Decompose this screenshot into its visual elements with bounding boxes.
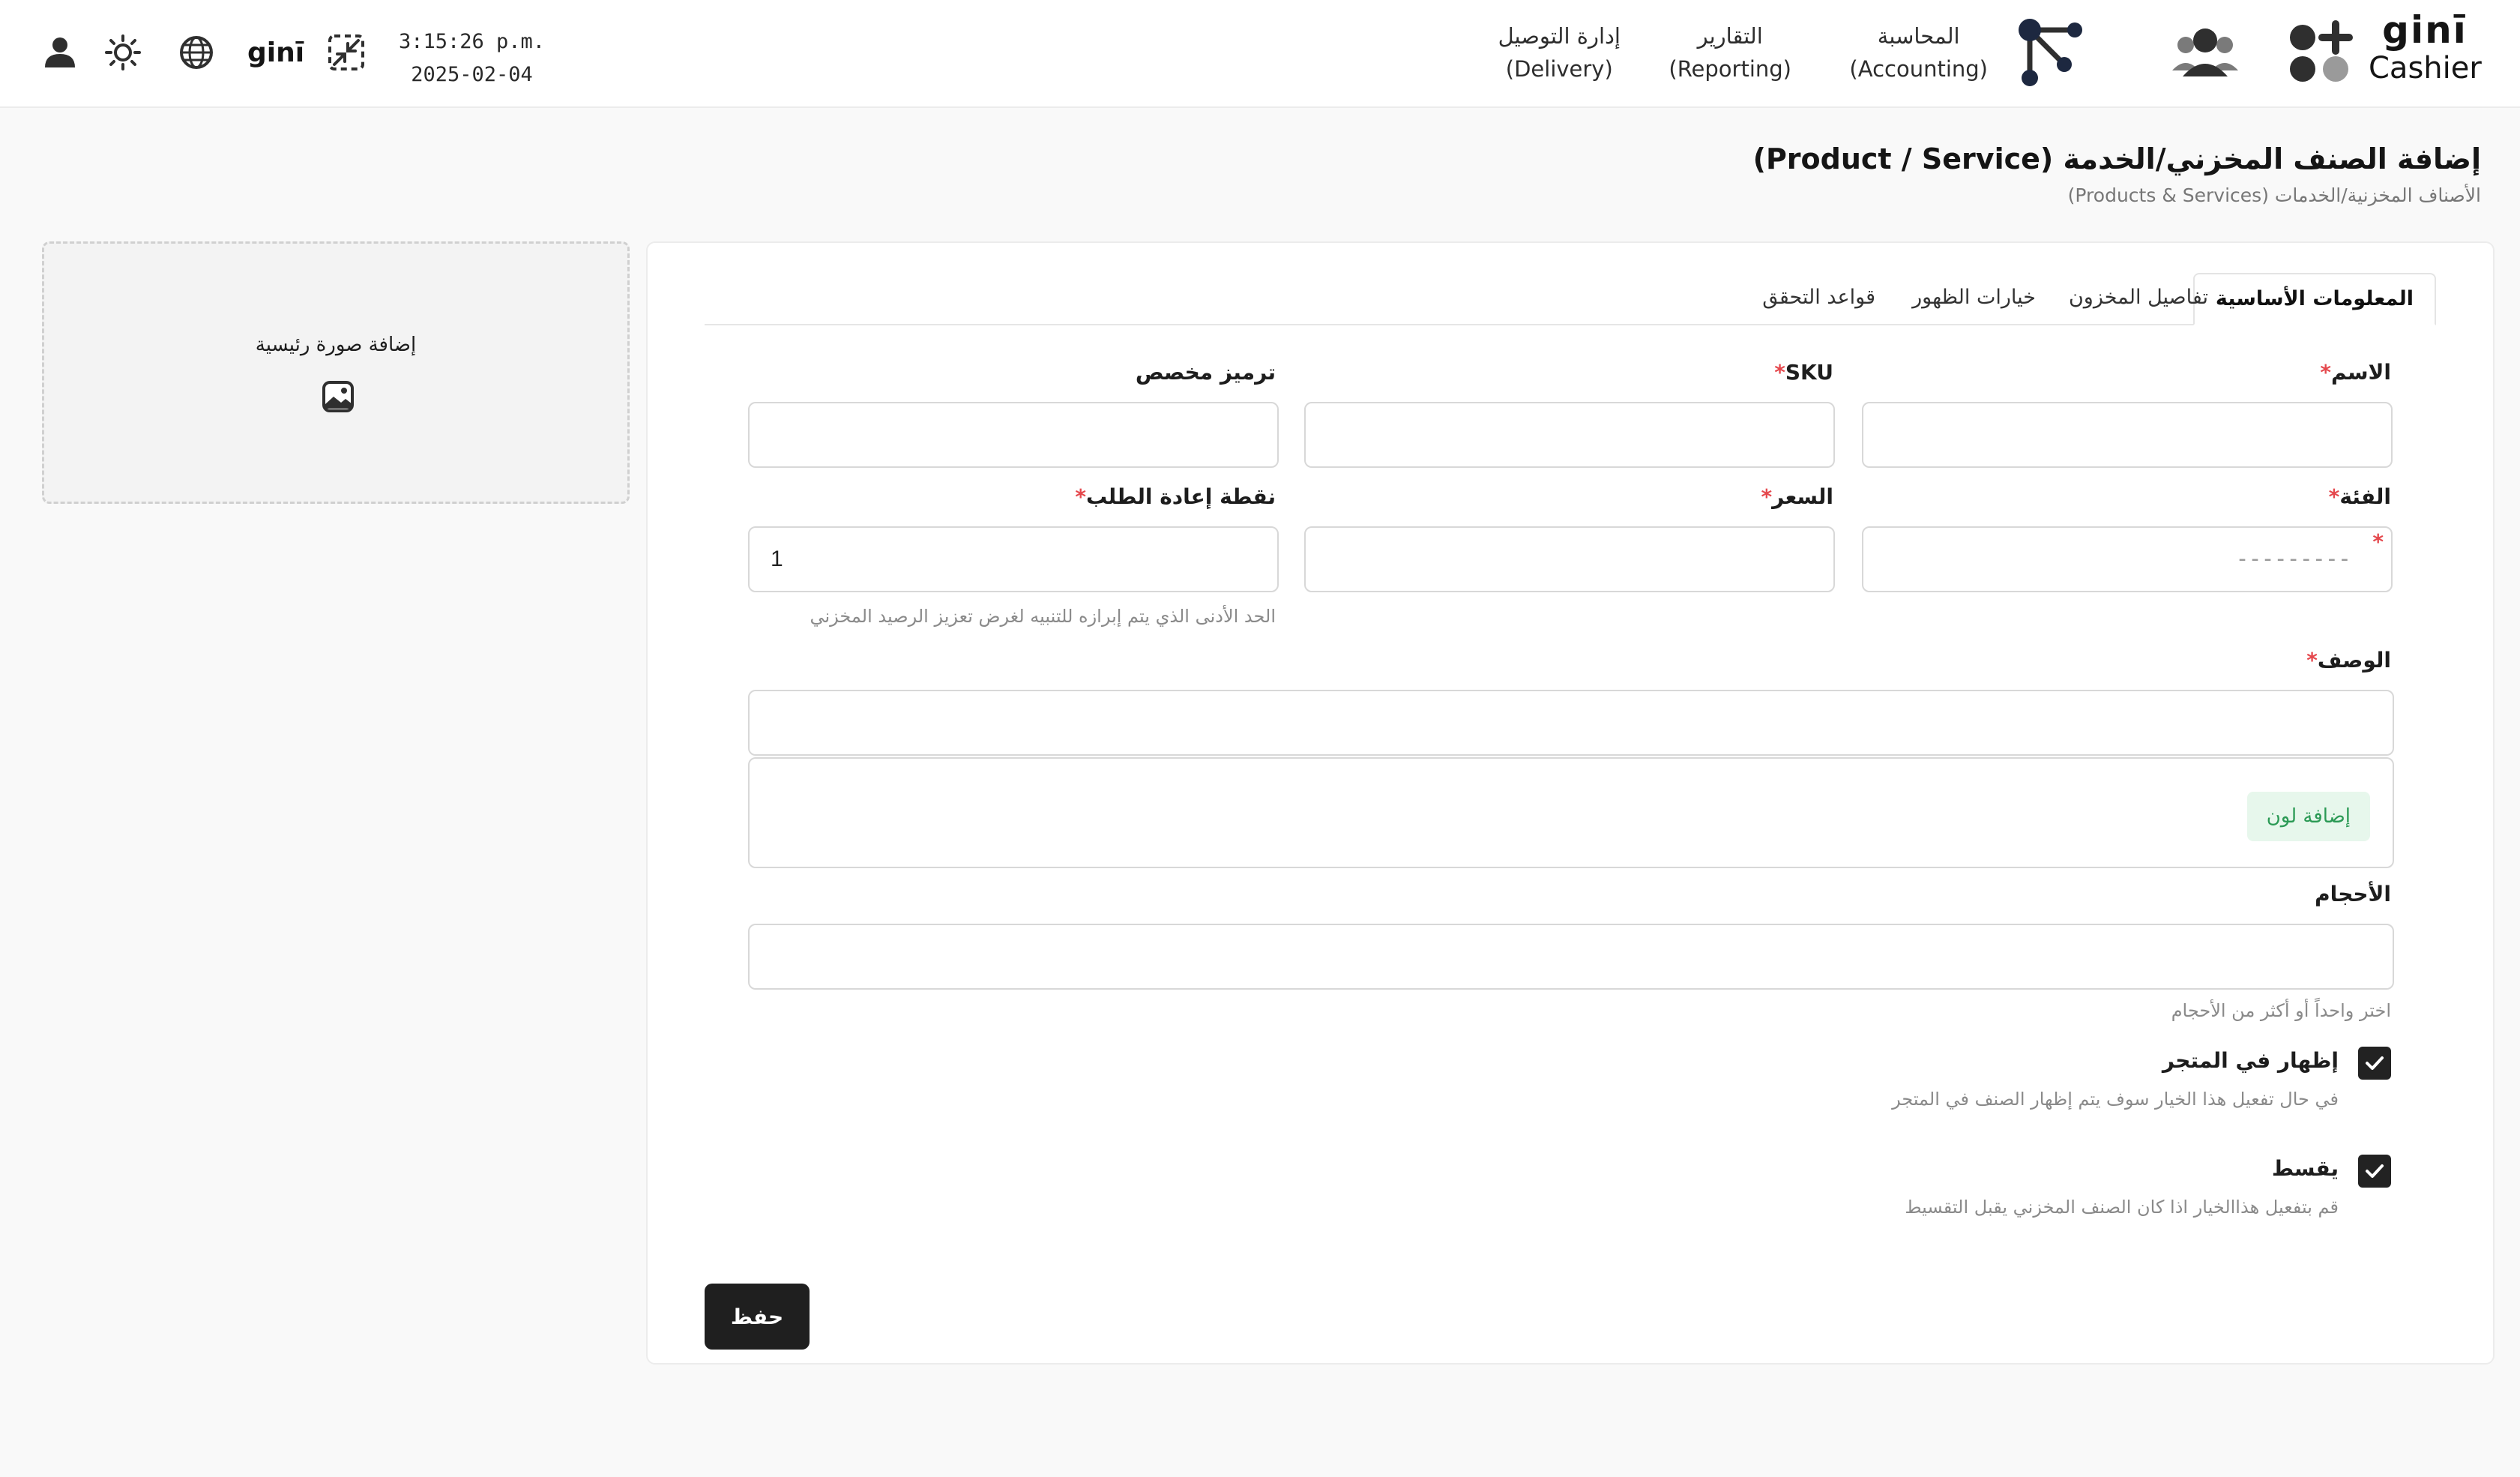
name-label-text: الاسم (2331, 360, 2391, 385)
clock-date: 2025-02-04 (411, 63, 533, 86)
reorder-point-hint: الحد الأدنى الذي يتم إبرازه للتنبيه لغرض… (810, 606, 1276, 627)
colors-field: إضافة لون (748, 757, 2394, 868)
sku-input[interactable] (1304, 402, 1835, 468)
user-icon-graphic (45, 37, 75, 67)
required-mark: * (2328, 484, 2340, 509)
sun-icon[interactable] (102, 31, 144, 73)
user-icon[interactable] (39, 31, 81, 73)
clock: 3:15:26 p.m. 2025-02-04 (399, 25, 545, 91)
add-apps-icon-graphic (2290, 20, 2353, 82)
mini-logo[interactable]: ginī (247, 33, 304, 73)
required-mark: * (2306, 648, 2318, 673)
tab-stock-details[interactable]: تفاصيل المخزون (2048, 273, 2229, 325)
required-mark: * (1774, 360, 1785, 385)
logo-text: Cashier (2369, 51, 2482, 85)
product-form-card: المعلومات الأساسية تفاصيل المخزون خيارات… (646, 241, 2495, 1365)
image-upload-icon (322, 381, 354, 412)
checkmark-icon (2366, 1164, 2384, 1178)
description-label-text: الوصف (2317, 648, 2391, 673)
users-icon[interactable] (2169, 16, 2241, 88)
custom-code-label: ترميز مخصص (1135, 360, 1276, 385)
reorder-point-label: نقطة إعادة الطلب* (1075, 484, 1276, 509)
tab-validation-rules[interactable]: قواعد التحقق (1741, 273, 1896, 325)
description-input[interactable] (748, 690, 2394, 756)
clock-time: 3:15:26 p.m. (399, 30, 546, 53)
tab-display-options[interactable]: خيارات الظهور (1891, 273, 2057, 325)
show-in-store-label[interactable]: إظهار في المتجر (2162, 1048, 2339, 1073)
sun-icon-graphic (105, 34, 141, 70)
sizes-input[interactable] (748, 924, 2394, 990)
show-in-store-checkbox[interactable] (2358, 1047, 2391, 1080)
globe-icon-graphic (180, 36, 213, 69)
show-in-store-hint: في حال تفعيل هذا الخيار سوف يتم إظهار ال… (1892, 1089, 2339, 1110)
add-color-button[interactable]: إضافة لون (2246, 792, 2370, 841)
name-input[interactable] (1862, 402, 2393, 468)
page-title: إضافة الصنف المخزني/الخدمة (Product / Se… (1752, 142, 2481, 175)
installment-label[interactable]: يقسط (2272, 1156, 2339, 1181)
category-select[interactable]: * --------- (1862, 526, 2393, 592)
sizes-label: الأحجام (2315, 882, 2391, 906)
form-tabs: المعلومات الأساسية تفاصيل المخزون خيارات… (705, 258, 2436, 325)
nav-accounting-subtitle: (Accounting) (1849, 56, 1988, 82)
workflow-icon[interactable] (2013, 16, 2085, 88)
top-bar: ginī Cashier المحاسبة (Accounting) التقا… (0, 0, 2520, 108)
category-label: الفئة* (2329, 484, 2391, 509)
custom-code-input[interactable] (748, 402, 1279, 468)
app-logo[interactable]: ginī Cashier (2369, 8, 2482, 91)
add-apps-icon[interactable] (2283, 16, 2355, 88)
globe-icon[interactable] (175, 31, 217, 73)
category-required-mark: * (2372, 529, 2384, 554)
sku-label: SKU* (1774, 360, 1833, 385)
required-mark: * (1075, 484, 1086, 509)
breadcrumb[interactable]: الأصناف المخزنية/الخدمات (Products & Ser… (2068, 184, 2481, 206)
nav-delivery-subtitle: (Delivery) (1505, 56, 1613, 82)
required-mark: * (1761, 484, 1773, 509)
nav-reporting-title: التقارير (1697, 23, 1763, 49)
price-input[interactable] (1304, 526, 1835, 592)
nav-reporting[interactable]: التقارير (Reporting) (1669, 19, 1791, 85)
category-select-value: --------- (2235, 546, 2351, 572)
sku-label-text: SKU (1785, 360, 1833, 385)
tab-basic-info[interactable]: المعلومات الأساسية (2192, 273, 2436, 325)
checkmark-icon (2366, 1056, 2384, 1070)
installment-checkbox[interactable] (2358, 1155, 2391, 1188)
name-label: الاسم* (2320, 360, 2391, 385)
price-label-text: السعر (1772, 484, 1833, 509)
nav-delivery[interactable]: إدارة التوصيل (Delivery) (1498, 19, 1621, 85)
nav-accounting-title: المحاسبة (1877, 23, 1960, 49)
installment-hint: قم بتفعيل هذاالخيار اذا كان الصنف المخزن… (1905, 1197, 2339, 1218)
main-image-upload[interactable]: إضافة صورة رئيسية (42, 241, 630, 504)
save-button[interactable]: حفظ (705, 1284, 810, 1350)
users-icon-graphic (2172, 28, 2238, 76)
nav-reporting-subtitle: (Reporting) (1669, 56, 1791, 82)
required-mark: * (2320, 360, 2332, 385)
exit-fullscreen-icon-graphic (328, 34, 364, 70)
category-label-text: الفئة (2339, 484, 2391, 509)
nav-delivery-title: إدارة التوصيل (1498, 23, 1621, 49)
description-label: الوصف* (2306, 648, 2391, 673)
main-image-upload-label: إضافة صورة رئيسية (255, 334, 417, 356)
nav-accounting[interactable]: المحاسبة (Accounting) (1849, 19, 1988, 85)
reorder-point-label-text: نقطة إعادة الطلب (1085, 484, 1276, 509)
sizes-hint: اختر واحداً أو أكثر من الأحجام (2171, 1000, 2391, 1021)
exit-fullscreen-icon[interactable] (325, 31, 367, 73)
reorder-point-input[interactable] (748, 526, 1279, 592)
price-label: السعر* (1761, 484, 1833, 509)
workflow-icon-graphic (2019, 19, 2082, 86)
logo-mark: ginī (2382, 8, 2468, 52)
